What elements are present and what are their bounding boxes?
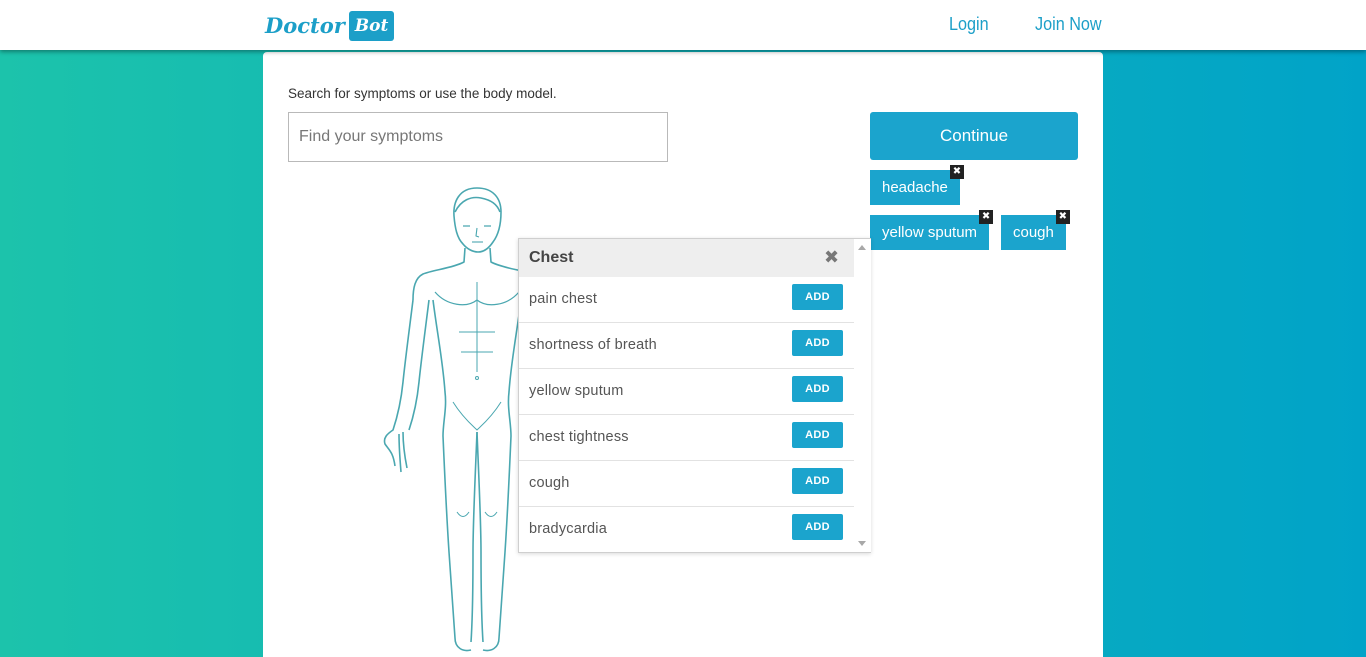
symptom-label: bradycardia [529, 521, 607, 537]
add-symptom-button[interactable]: ADD [792, 514, 843, 540]
top-navbar: Doctor Bot Login Join Now [0, 0, 1366, 50]
continue-button[interactable]: Continue [870, 112, 1078, 160]
popup-title: Chest [529, 249, 574, 266]
doctor-bot-logo[interactable]: Doctor Bot [265, 10, 395, 41]
symptom-row: yellow sputum ADD [519, 369, 854, 415]
symptom-search-input[interactable] [288, 112, 668, 162]
symptom-checker-panel: Search for symptoms or use the body mode… [263, 52, 1103, 657]
selected-symptom-tag: yellow sputum ✖ [870, 210, 994, 250]
selected-symptom-tag: cough ✖ [1001, 210, 1070, 250]
chest-symptoms-popup: Chest ✖ pain chest ADD shortness of brea… [518, 238, 871, 553]
symptom-row: bradycardia ADD [519, 507, 854, 553]
remove-tag-icon[interactable]: ✖ [1055, 210, 1070, 224]
symptom-label: pain chest [529, 291, 598, 307]
symptom-label: cough [529, 475, 570, 491]
login-link[interactable]: Login [949, 14, 989, 35]
scroll-up-arrow-icon[interactable] [858, 245, 866, 250]
symptom-row: shortness of breath ADD [519, 323, 854, 369]
join-now-link[interactable]: Join Now [1035, 14, 1102, 35]
popup-scrollbar[interactable] [854, 239, 871, 552]
symptom-label: shortness of breath [529, 337, 657, 353]
search-instructions: Search for symptoms or use the body mode… [288, 86, 557, 101]
symptom-label: yellow sputum [529, 383, 624, 399]
add-symptom-button[interactable]: ADD [792, 284, 843, 310]
symptom-row: pain chest ADD [519, 277, 854, 323]
scroll-down-arrow-icon[interactable] [858, 541, 866, 546]
selected-symptom-label: cough [1013, 224, 1054, 241]
add-symptom-button[interactable]: ADD [792, 468, 843, 494]
add-symptom-button[interactable]: ADD [792, 330, 843, 356]
close-icon[interactable]: ✖ [824, 247, 839, 268]
remove-tag-icon[interactable]: ✖ [979, 210, 994, 224]
add-symptom-button[interactable]: ADD [792, 376, 843, 402]
remove-tag-icon[interactable]: ✖ [949, 165, 964, 179]
symptom-row: chest tightness ADD [519, 415, 854, 461]
logo-badge: Bot [348, 10, 395, 41]
selected-symptom-label: headache [882, 179, 948, 196]
add-symptom-button[interactable]: ADD [792, 422, 843, 448]
popup-header: Chest ✖ [519, 239, 854, 277]
logo-text: Doctor [265, 13, 345, 38]
selected-symptom-label: yellow sputum [882, 224, 978, 241]
selected-symptom-tag: headache ✖ [870, 165, 964, 205]
symptom-row: cough ADD [519, 461, 854, 507]
symptom-label: chest tightness [529, 429, 629, 445]
